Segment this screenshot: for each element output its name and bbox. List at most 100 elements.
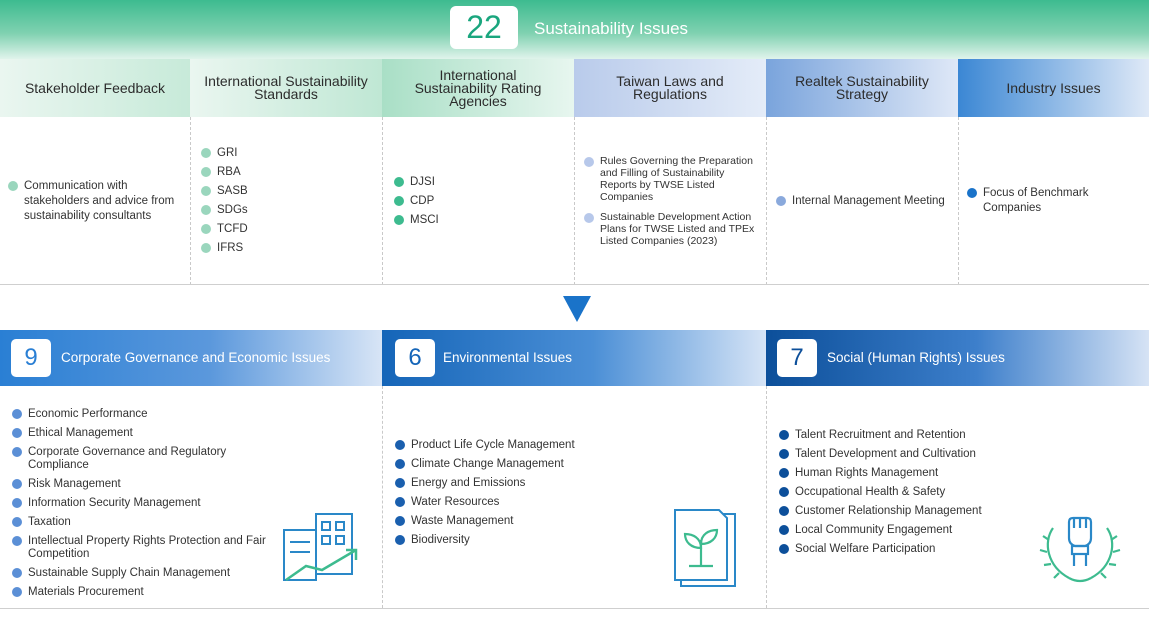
bullet-dot — [12, 568, 22, 578]
bullet-dot — [394, 214, 404, 225]
banner-title: Sustainability Issues — [534, 19, 689, 38]
list-item: Occupational Health & Safety — [779, 486, 1039, 499]
top-banner: 22 Sustainability Issues — [0, 0, 1149, 60]
source-list-rating: DJSI CDP MSCI — [382, 117, 574, 285]
category-count: 6 — [395, 339, 435, 377]
list-item: Sustainable Supply Chain Management — [12, 567, 287, 580]
source-header-stakeholder: Stakeholder Feedback — [0, 59, 190, 117]
list-item: Energy and Emissions — [395, 477, 655, 490]
bullet-dot — [12, 498, 22, 508]
list-item: Internal Management Meeting — [776, 194, 958, 209]
bullet-dot — [12, 409, 22, 419]
category-list-governance: Economic Performance Ethical Management … — [0, 386, 382, 608]
bottom-divider — [0, 608, 1149, 609]
list-item: Water Resources — [395, 496, 655, 509]
source-list-standards: GRI RBA SASB SDGs TCFD IFRS — [190, 117, 382, 285]
list-item: Information Security Management — [12, 497, 287, 510]
list-item: CDP — [394, 194, 574, 209]
source-list-industry: Focus of Benchmark Companies — [958, 117, 1149, 285]
category-title: Corporate Governance and Economic Issues — [61, 350, 331, 365]
bullet-dot — [201, 224, 211, 234]
bullet-dot — [776, 195, 786, 206]
arrow-down-icon — [563, 296, 591, 322]
bullet-dot — [12, 587, 22, 597]
source-header-standards: International Sustainability Standards — [190, 59, 382, 117]
bullet-dot — [12, 428, 22, 438]
bullet-dot — [201, 186, 211, 196]
fist-laurel-icon — [1039, 516, 1121, 583]
list-item: Focus of Benchmark Companies — [967, 186, 1149, 216]
source-header-industry: Industry Issues — [958, 59, 1149, 117]
list-item: Human Rights Management — [779, 467, 1039, 480]
bullet-dot — [12, 536, 22, 546]
list-item: Taxation — [12, 516, 287, 529]
bullet-dot — [201, 167, 211, 177]
category-header-social: 7 Social (Human Rights) Issues — [766, 330, 1149, 386]
list-item: Ethical Management — [12, 427, 287, 440]
bullet-dot — [967, 188, 977, 198]
list-item: Local Community Engagement — [779, 524, 1039, 537]
bullet-dot — [395, 497, 405, 507]
bullet-dot — [201, 205, 211, 215]
list-item: Economic Performance — [12, 408, 287, 421]
bullet-dot — [395, 459, 405, 469]
list-item: MSCI — [394, 213, 574, 228]
list-item: Product Life Cycle Management — [395, 439, 655, 452]
bullet-dot — [12, 479, 22, 489]
list-item: TCFD — [201, 222, 382, 237]
bullet-dot — [779, 468, 789, 478]
list-item: Rules Governing the Preparation and Fill… — [584, 155, 760, 203]
list-item: Customer Relationship Management — [779, 505, 1039, 518]
section-divider — [0, 284, 1149, 285]
source-header-strategy: Realtek Sustainability Strategy — [766, 59, 958, 117]
bullet-dot — [394, 195, 404, 206]
bullet-dot — [12, 517, 22, 527]
list-item: Talent Development and Cultivation — [779, 448, 1039, 461]
list-item: Waste Management — [395, 515, 655, 528]
bullet-dot — [201, 148, 211, 158]
list-item: SDGs — [201, 203, 382, 218]
bullet-dot — [584, 157, 594, 167]
list-item: Biodiversity — [395, 534, 655, 547]
source-header-laws: Taiwan Laws and Regulations — [574, 59, 766, 117]
source-header-rating: International Sustainability Rating Agen… — [382, 59, 574, 117]
list-item: IFRS — [201, 241, 382, 256]
list-item: Social Welfare Participation — [779, 543, 1039, 556]
bullet-dot — [395, 478, 405, 488]
bullet-dot — [395, 516, 405, 526]
category-count: 7 — [777, 339, 817, 377]
category-list-social: Talent Recruitment and Retention Talent … — [766, 386, 1149, 608]
category-header-environmental: 6 Environmental Issues — [382, 330, 766, 386]
list-item: Sustainable Development Action Plans for… — [584, 211, 760, 247]
list-item: SASB — [201, 184, 382, 199]
list-item: DJSI — [394, 175, 574, 190]
list-item: Talent Recruitment and Retention — [779, 429, 1039, 442]
bullet-dot — [395, 535, 405, 545]
list-item: Risk Management — [12, 478, 287, 491]
list-item: GRI — [201, 146, 382, 161]
source-list-laws: Rules Governing the Preparation and Fill… — [574, 117, 766, 285]
bullet-dot — [779, 487, 789, 497]
list-item: Communication with stakeholders and advi… — [8, 179, 182, 224]
category-header-governance: 9 Corporate Governance and Economic Issu… — [0, 330, 382, 386]
bullet-dot — [201, 243, 211, 253]
bullet-dot — [779, 449, 789, 459]
document-sprout-icon — [674, 509, 736, 587]
bullet-dot — [584, 213, 594, 223]
source-list-strategy: Internal Management Meeting — [766, 117, 958, 285]
category-title: Environmental Issues — [443, 350, 573, 365]
category-list-environmental: Product Life Cycle Management Climate Ch… — [382, 386, 766, 608]
list-item: Corporate Governance and Regulatory Comp… — [12, 446, 287, 472]
source-list-stakeholder: Communication with stakeholders and advi… — [0, 117, 190, 285]
buildings-growth-icon — [283, 513, 358, 582]
list-item: Climate Change Management — [395, 458, 655, 471]
category-title: Social (Human Rights) Issues — [827, 350, 1005, 365]
bullet-dot — [779, 525, 789, 535]
bullet-dot — [395, 440, 405, 450]
list-item: Intellectual Property Rights Protection … — [12, 535, 287, 561]
bullet-dot — [8, 180, 18, 191]
total-issues-count: 22 — [450, 6, 518, 49]
list-item: RBA — [201, 165, 382, 180]
category-count: 9 — [11, 339, 51, 377]
bullet-dot — [12, 447, 22, 457]
